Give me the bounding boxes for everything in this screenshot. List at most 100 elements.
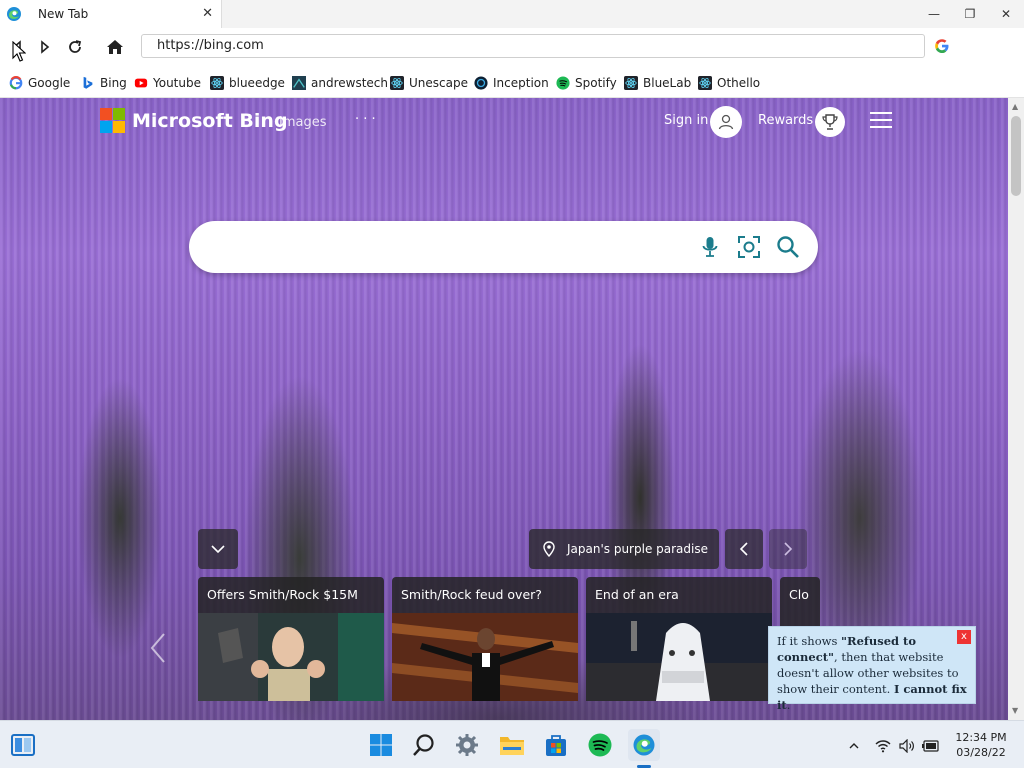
file-explorer-button[interactable]	[497, 730, 527, 760]
news-card-title: Offers Smith/Rock $15M	[207, 587, 358, 602]
microsoft-logo-icon	[100, 108, 125, 133]
settings-button[interactable]	[452, 730, 482, 760]
visual-search-icon[interactable]	[736, 234, 762, 260]
bookmark-othello[interactable]: Othello	[698, 74, 760, 92]
bookmark-youtube[interactable]: Youtube	[134, 74, 201, 92]
bookmark-label: Spotify	[575, 76, 617, 90]
avatar[interactable]	[710, 106, 742, 138]
browser-window: New Tab ✕ — ❐ ✕ https://bing.com Google	[0, 0, 1024, 768]
bookmark-unescape[interactable]: Unescape	[390, 74, 468, 92]
widgets-button[interactable]	[8, 730, 38, 760]
bookmark-google[interactable]: Google	[9, 74, 70, 92]
search-icon[interactable]	[775, 234, 801, 260]
store-icon	[546, 735, 566, 756]
mouse-cursor-icon	[12, 41, 26, 62]
react-icon	[698, 76, 712, 90]
minimize-button[interactable]: —	[916, 0, 952, 28]
edge-taskbar-button[interactable]	[628, 729, 660, 761]
bookmarks-bar: Google Bing Youtube blueedge andrewstech…	[0, 66, 1024, 98]
chevron-up-icon	[849, 743, 859, 749]
bookmark-label: Bing	[100, 76, 127, 90]
show-hidden-icons-button[interactable]	[848, 737, 860, 755]
bookmark-label: andrewstech	[311, 76, 388, 90]
tooltip-text: If it shows	[777, 634, 842, 648]
image-location-info[interactable]: Japan's purple paradise	[529, 529, 719, 569]
carousel-left-arrow-icon[interactable]	[148, 632, 168, 664]
bookmark-label: blueedge	[229, 76, 285, 90]
google-icon[interactable]	[934, 38, 950, 54]
spotify-icon	[588, 733, 612, 757]
sign-in-link[interactable]: Sign in	[664, 113, 708, 128]
tab-close-icon[interactable]: ✕	[202, 6, 213, 21]
address-bar[interactable]: https://bing.com	[141, 34, 925, 58]
taskbar-search-button[interactable]	[409, 730, 439, 760]
bing-icon	[83, 76, 93, 89]
chevron-right-icon	[784, 542, 793, 556]
previous-image-button[interactable]	[725, 529, 763, 569]
bookmark-inception[interactable]: Inception	[474, 74, 549, 92]
spotify-taskbar-button[interactable]	[585, 730, 615, 760]
bookmark-andrewstech[interactable]: andrewstech	[292, 74, 388, 92]
scroll-up-icon[interactable]: ▲	[1012, 102, 1018, 111]
system-clock[interactable]: 12:34 PM 03/28/22	[952, 730, 1010, 760]
home-button[interactable]	[102, 34, 128, 60]
scroll-down-icon[interactable]: ▼	[1012, 706, 1018, 715]
page-scrollbar[interactable]: ▲ ▼	[1008, 98, 1024, 720]
news-card[interactable]: Smith/Rock feud over?	[392, 577, 578, 701]
react-icon	[624, 76, 638, 90]
news-card-image	[586, 613, 772, 701]
news-card-title: Clo	[789, 587, 809, 602]
battery-icon	[922, 740, 939, 752]
chevron-left-icon	[739, 542, 748, 556]
wifi-status[interactable]	[874, 737, 892, 755]
more-menu[interactable]: · · ·	[355, 112, 376, 127]
news-card-title: End of an era	[595, 587, 679, 602]
youtube-icon	[134, 78, 148, 88]
info-tooltip: If it shows "Refused to connect", then t…	[768, 626, 976, 712]
react-icon	[210, 76, 224, 90]
hamburger-menu-icon[interactable]	[870, 112, 892, 130]
spotify-icon	[556, 76, 570, 90]
battery-status[interactable]	[921, 737, 941, 755]
home-icon	[107, 40, 123, 54]
forward-button[interactable]	[32, 34, 58, 60]
collapse-feed-button[interactable]	[198, 529, 238, 569]
bookmark-label: Unescape	[409, 76, 468, 90]
next-image-button[interactable]	[769, 529, 807, 569]
tab-new-tab[interactable]: New Tab ✕	[0, 0, 222, 28]
bookmark-label: Youtube	[153, 76, 201, 90]
rewards-link[interactable]: Rewards	[758, 113, 813, 128]
trophy-icon	[822, 114, 838, 130]
reload-button[interactable]	[62, 34, 88, 60]
close-window-button[interactable]: ✕	[988, 0, 1024, 28]
maximize-button[interactable]: ❐	[952, 0, 988, 28]
windows-icon	[370, 734, 392, 756]
bookmark-blueedge[interactable]: blueedge	[210, 74, 285, 92]
images-link[interactable]: Images	[279, 115, 327, 130]
edge-icon	[633, 734, 655, 756]
brand-name: Microsoft Bing	[132, 109, 288, 132]
bookmark-label: Othello	[717, 76, 761, 90]
rewards-button[interactable]	[815, 107, 845, 137]
microsoft-store-button[interactable]	[541, 730, 571, 760]
google-icon	[9, 76, 23, 90]
news-card-image	[392, 613, 578, 701]
bookmark-bing[interactable]: Bing	[81, 74, 127, 92]
reload-icon	[69, 40, 82, 53]
tooltip-close-button[interactable]: x	[957, 630, 971, 644]
bookmark-spotify[interactable]: Spotify	[556, 74, 617, 92]
start-button[interactable]	[366, 730, 396, 760]
news-card[interactable]: Offers Smith/Rock $15M	[198, 577, 384, 701]
speaker-icon	[899, 739, 914, 753]
taskbar: 12:34 PM 03/28/22	[0, 720, 1024, 768]
inception-icon	[474, 76, 488, 90]
bing-logo[interactable]: Microsoft Bing	[100, 108, 288, 133]
search-input[interactable]	[189, 221, 818, 273]
news-card[interactable]: End of an era	[586, 577, 772, 701]
scrollbar-thumb[interactable]	[1011, 116, 1021, 196]
user-icon	[718, 114, 734, 130]
volume-control[interactable]	[898, 737, 916, 755]
microphone-icon[interactable]	[697, 234, 723, 260]
bookmark-bluelab[interactable]: BlueLab	[624, 74, 691, 92]
bookmark-label: Google	[28, 76, 71, 90]
